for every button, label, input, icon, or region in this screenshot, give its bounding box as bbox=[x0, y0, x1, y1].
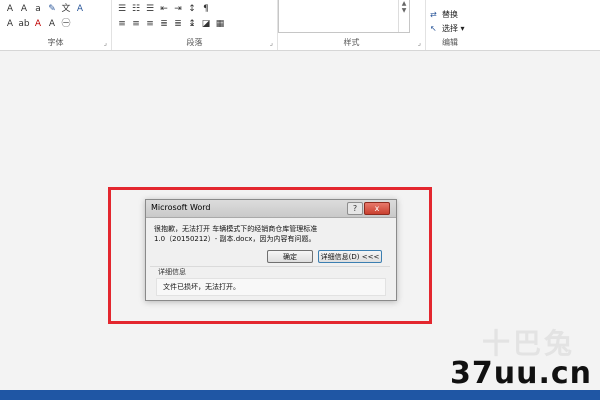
error-message: 很抱歉，无法打开 车辆模式下的经销商仓库管理标准 1.0（20150212）- … bbox=[154, 224, 394, 244]
select-button[interactable]: ↖ 选择 ▾ bbox=[430, 23, 465, 34]
borders-icon[interactable]: ▦ bbox=[214, 18, 226, 30]
circle-char-icon[interactable]: ㊀ bbox=[60, 18, 72, 30]
distributed-icon[interactable]: ≣ bbox=[172, 18, 184, 30]
replace-button[interactable]: ⇄ 替换 bbox=[430, 9, 458, 20]
phonetic-icon[interactable]: 文 bbox=[60, 3, 72, 15]
grow-font-icon[interactable]: A bbox=[18, 3, 30, 15]
font-group-label: 字体 bbox=[47, 38, 64, 47]
paragraph-launcher-icon[interactable]: ⌟ bbox=[270, 39, 273, 47]
gallery-scroll[interactable]: ▲ ▼ bbox=[398, 0, 409, 32]
font-group: A A a ✎ 文 A A ab A A ㊀ 字体 ⌟ bbox=[0, 0, 112, 50]
error-dialog: Microsoft Word ? x 很抱歉，无法打开 车辆模式下的经销商仓库管… bbox=[145, 199, 397, 301]
message-line-1: 很抱歉，无法打开 车辆模式下的经销商仓库管理标准 bbox=[154, 225, 318, 233]
border-char-icon[interactable]: A bbox=[74, 3, 86, 15]
message-line-2: 1.0（20150212）- 副本.docx，因为内容有问题。 bbox=[154, 235, 316, 243]
paragraph-group: ☰ ☷ ☰ ⇤ ⇥ ↕ ¶ ≡ ≡ ≡ ≣ ≣ ↨ ◪ ▦ 段落 ⌟ bbox=[112, 0, 278, 50]
font-launcher-icon[interactable]: ⌟ bbox=[104, 39, 107, 47]
font-color-icon[interactable]: A bbox=[32, 18, 44, 30]
details-button[interactable]: 详细信息(D) <<< bbox=[318, 250, 382, 263]
paragraph-row-2: ≡ ≡ ≡ ≣ ≣ ↨ ◪ ▦ bbox=[116, 18, 226, 30]
justify-icon[interactable]: ≣ bbox=[158, 18, 170, 30]
taskbar bbox=[0, 390, 600, 400]
font-row-1: A A a ✎ 文 A bbox=[4, 3, 86, 15]
sort-icon[interactable]: ↕ bbox=[186, 3, 198, 15]
styles-gallery[interactable]: ▲ ▼ bbox=[278, 0, 410, 33]
styles-group-label: 样式 bbox=[343, 38, 360, 47]
underline-icon[interactable]: A bbox=[4, 3, 16, 15]
ok-button[interactable]: 确定 bbox=[267, 250, 313, 263]
align-right-icon[interactable]: ≡ bbox=[144, 18, 156, 30]
font-row-2: A ab A A ㊀ bbox=[4, 18, 72, 30]
styles-launcher-icon[interactable]: ⌟ bbox=[418, 39, 421, 47]
paragraph-row-1: ☰ ☷ ☰ ⇤ ⇥ ↕ ¶ bbox=[116, 3, 212, 15]
decrease-indent-icon[interactable]: ⇤ bbox=[158, 3, 170, 15]
shading-icon[interactable]: A bbox=[46, 18, 58, 30]
details-text: 文件已损坏，无法打开。 bbox=[163, 283, 240, 291]
multilevel-icon[interactable]: ☰ bbox=[144, 3, 156, 15]
select-icon: ↖ bbox=[430, 24, 437, 33]
details-box: 文件已损坏，无法打开。 bbox=[156, 278, 386, 296]
line-spacing-icon[interactable]: ↨ bbox=[186, 18, 198, 30]
paragraph-group-label: 段落 bbox=[186, 38, 203, 47]
show-marks-icon[interactable]: ¶ bbox=[200, 3, 212, 15]
clear-format-icon[interactable]: ✎ bbox=[46, 3, 58, 15]
highlight-icon[interactable]: ab bbox=[18, 18, 30, 30]
ribbon: A A a ✎ 文 A A ab A A ㊀ 字体 ⌟ ☰ ☷ ☰ ⇤ ⇥ ↕ … bbox=[0, 0, 600, 51]
details-title: 详细信息 bbox=[158, 268, 186, 276]
watermark-site: 37uu.cn bbox=[450, 356, 592, 391]
dialog-titlebar[interactable]: Microsoft Word ? x bbox=[146, 200, 396, 218]
select-label: 选择 ▾ bbox=[442, 24, 465, 33]
replace-label: 替换 bbox=[442, 10, 458, 19]
shading-para-icon[interactable]: ◪ bbox=[200, 18, 212, 30]
bullets-icon[interactable]: ☰ bbox=[116, 3, 128, 15]
details-panel: 详细信息 文件已损坏，无法打开。 bbox=[150, 266, 390, 297]
align-center-icon[interactable]: ≡ bbox=[130, 18, 142, 30]
text-effect-icon[interactable]: A bbox=[4, 18, 16, 30]
numbering-icon[interactable]: ☷ bbox=[130, 3, 142, 15]
editing-group-label: 编辑 bbox=[442, 38, 458, 47]
case-icon[interactable]: a bbox=[32, 3, 44, 15]
align-left-icon[interactable]: ≡ bbox=[116, 18, 128, 30]
replace-icon: ⇄ bbox=[430, 10, 437, 19]
help-button[interactable]: ? bbox=[347, 202, 363, 215]
close-button[interactable]: x bbox=[364, 202, 390, 215]
dialog-title: Microsoft Word bbox=[151, 203, 211, 212]
increase-indent-icon[interactable]: ⇥ bbox=[172, 3, 184, 15]
